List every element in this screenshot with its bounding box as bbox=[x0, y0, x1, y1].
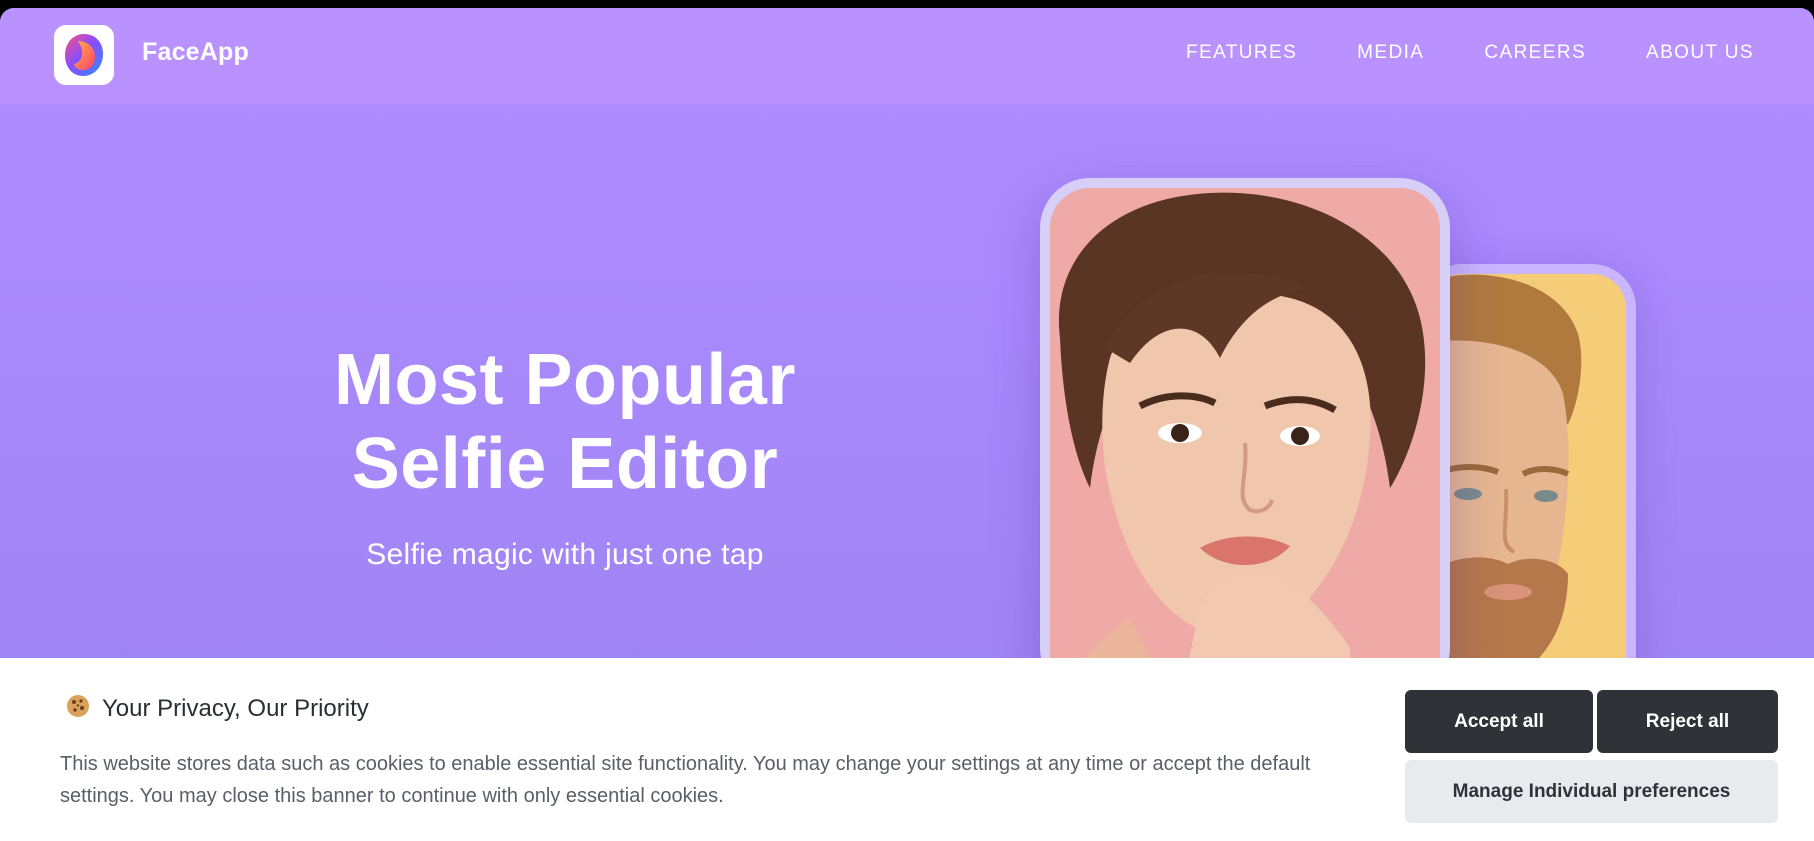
nav-about-us[interactable]: ABOUT US bbox=[1646, 42, 1754, 64]
woman-portrait-image bbox=[1050, 188, 1440, 698]
main-nav: FEATURES MEDIA CAREERS ABOUT US bbox=[1186, 42, 1754, 64]
man-portrait-image bbox=[1428, 274, 1626, 704]
reject-all-button[interactable]: Reject all bbox=[1597, 690, 1778, 753]
cookie-icon bbox=[66, 694, 90, 723]
cookie-title-text: Your Privacy, Our Priority bbox=[102, 694, 369, 722]
faceapp-logo-icon[interactable] bbox=[54, 25, 114, 85]
phone-mockup-back bbox=[1418, 264, 1636, 704]
cookie-description: This website stores data such as cookies… bbox=[60, 753, 1311, 807]
nav-careers[interactable]: CAREERS bbox=[1484, 42, 1586, 64]
browser-page: FaceApp FEATURES MEDIA CAREERS ABOUT US … bbox=[0, 8, 1814, 841]
phone-mockup-front bbox=[1040, 178, 1450, 698]
hero-subtitle: Selfie magic with just one tap bbox=[366, 538, 764, 571]
hero-title-line-1: Most Popular bbox=[333, 340, 796, 420]
site-header: FaceApp FEATURES MEDIA CAREERS ABOUT US bbox=[0, 8, 1814, 104]
hero-title-line-2: Selfie Editor bbox=[351, 424, 779, 504]
accept-all-button[interactable]: Accept all bbox=[1405, 690, 1593, 753]
cookie-banner-title: Your Privacy, Our Priority bbox=[66, 694, 369, 723]
hero-title: Most Popular Selfie Editor bbox=[230, 338, 900, 506]
brand-name[interactable]: FaceApp bbox=[142, 38, 249, 67]
nav-features[interactable]: FEATURES bbox=[1186, 42, 1297, 64]
manage-preferences-button[interactable]: Manage Individual preferences bbox=[1405, 760, 1778, 823]
cookie-banner: Your Privacy, Our Priority This website … bbox=[0, 658, 1814, 841]
nav-media[interactable]: MEDIA bbox=[1357, 42, 1424, 64]
